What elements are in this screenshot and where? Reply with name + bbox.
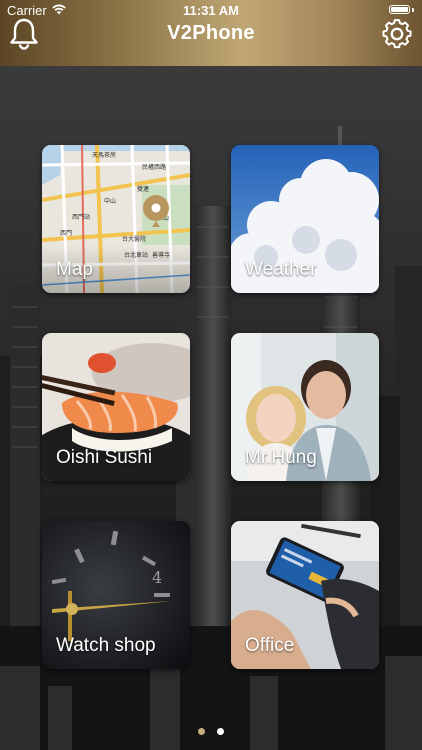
tile-mr-hung[interactable]: Mr.Hung: [231, 333, 379, 481]
tile-office[interactable]: Office: [231, 521, 379, 669]
page-dot-1[interactable]: [197, 728, 205, 735]
tile-oishi-sushi[interactable]: Oishi Sushi: [42, 333, 190, 481]
tile-map[interactable]: 天馬茶房民權西路 雙連中山 華山西門站 台大醫院台北車站 善導寺西門 Map: [42, 145, 190, 293]
tile-weather[interactable]: Weather: [231, 145, 379, 293]
svg-text:4: 4: [152, 568, 162, 587]
app-header: Carrier 11:31 AM V2Phone: [0, 0, 422, 66]
gear-icon[interactable]: [381, 17, 413, 51]
svg-text:西門站: 西門站: [72, 213, 90, 221]
page-title: V2Phone: [167, 22, 255, 44]
tile-watch-shop-label: Watch shop: [56, 635, 156, 656]
tile-weather-label: Weather: [245, 259, 317, 280]
svg-text:天馬茶房: 天馬茶房: [92, 151, 116, 159]
tile-map-label: Map: [56, 259, 93, 280]
tile-office-label: Office: [245, 635, 295, 656]
svg-text:台大醫院: 台大醫院: [122, 235, 146, 243]
battery-tip: [412, 8, 414, 12]
tile-watch-shop[interactable]: 4 Watch shop: [42, 521, 190, 669]
tile-oishi-sushi-label: Oishi Sushi: [56, 447, 153, 468]
svg-text:民權西路: 民權西路: [142, 163, 166, 171]
page-indicator[interactable]: [0, 722, 422, 735]
svg-text:雙連: 雙連: [137, 185, 149, 193]
tile-mr-hung-label: Mr.Hung: [245, 447, 317, 468]
status-bar: Carrier 11:31 AM: [0, 3, 422, 19]
svg-text:西門: 西門: [60, 230, 72, 237]
status-time: 11:31 AM: [183, 3, 239, 18]
battery-icon: [389, 5, 410, 14]
svg-text:中山: 中山: [104, 197, 116, 205]
